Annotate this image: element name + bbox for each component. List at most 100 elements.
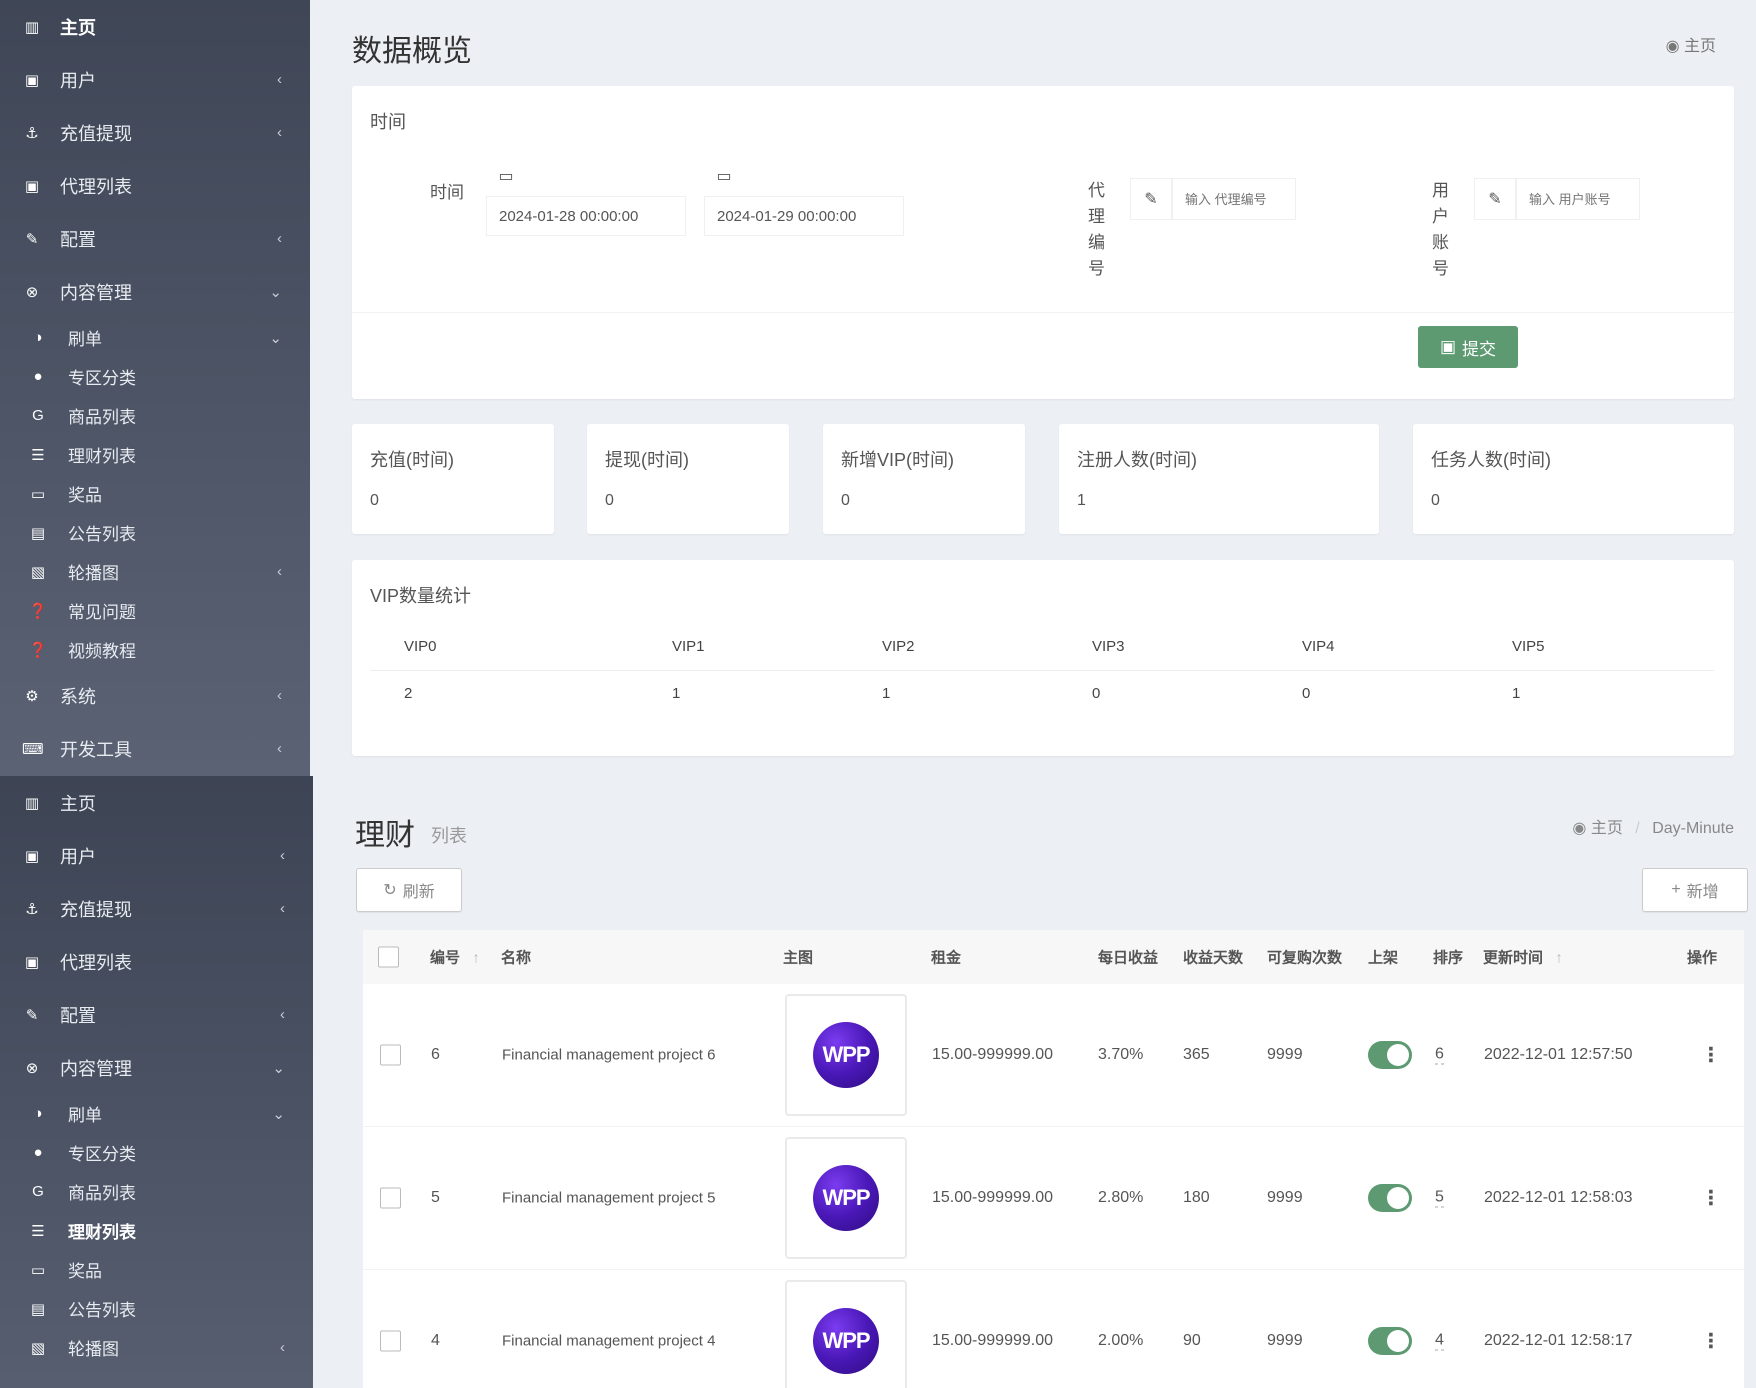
agent-input[interactable] — [1172, 178, 1296, 220]
sidebar-item[interactable]: G 商品列表 — [0, 396, 310, 435]
vip-table-header: VIP0 VIP1 VIP2 VIP3 VIP4 VIP5 — [370, 624, 1714, 669]
sidebar-item-label: 充值提现 — [60, 899, 132, 920]
calendar-icon[interactable]: ▭ — [486, 156, 526, 196]
sidebar-item[interactable]: ✎ 配置 ‹ — [0, 988, 313, 1041]
vip-header-cell: VIP1 — [672, 638, 705, 655]
col-daily: 每日收益 — [1098, 949, 1159, 967]
sidebar-item[interactable]: ◑ 刷单 ⌄ — [0, 1094, 313, 1133]
menu-icon: ❓ — [28, 602, 48, 620]
chevron-icon[interactable]: ‹ — [277, 230, 282, 247]
col-updated-label: 更新时间 — [1483, 949, 1544, 967]
vip-table-row: 2 1 1 0 0 1 — [370, 670, 1714, 715]
menu-icon: ● — [33, 368, 43, 385]
col-id[interactable]: 编号 ↑ — [430, 947, 480, 968]
col-times: 可复购次数 — [1267, 949, 1343, 967]
sidebar-item[interactable]: ⊗ 内容管理 ⌄ — [0, 1041, 313, 1094]
add-button[interactable]: + 新增 — [1642, 868, 1748, 912]
sidebar-item-label: 主页 — [60, 793, 96, 814]
menu-icon: ▭ — [30, 1261, 46, 1279]
sidebar-item[interactable]: ▣ 用户 ‹ — [0, 829, 313, 882]
sidebar-item[interactable]: ❓ 视频教程 — [0, 630, 310, 669]
cell-image[interactable]: WPP — [785, 994, 907, 1116]
submit-button[interactable]: ▣ 提交 — [1418, 326, 1518, 368]
sidebar-item[interactable]: ▭ 奖品 — [0, 1250, 313, 1289]
calendar-icon[interactable]: ▭ — [704, 156, 744, 196]
col-updated[interactable]: 更新时间 ↑ — [1483, 947, 1563, 968]
sidebar-item[interactable]: ● 专区分类 — [0, 1133, 313, 1172]
start-date-input[interactable]: 2024-01-28 00:00:00 — [486, 196, 686, 236]
sidebar-item[interactable]: ⌨ 开发工具 ‹ — [0, 722, 310, 775]
breadcrumb-home[interactable]: 主页 — [1591, 820, 1623, 837]
chevron-icon[interactable]: ‹ — [277, 687, 282, 704]
more-actions-icon[interactable]: ⋮ — [1701, 1186, 1721, 1211]
chevron-icon[interactable]: ‹ — [280, 900, 285, 917]
sidebar-item[interactable]: ▤ 公告列表 — [0, 1289, 313, 1328]
shelf-toggle[interactable] — [1368, 1041, 1412, 1069]
shelf-toggle[interactable] — [1368, 1184, 1412, 1212]
sidebar-item[interactable]: G 商品列表 — [0, 1172, 313, 1211]
breadcrumb-home[interactable]: 主页 — [1684, 38, 1716, 55]
chevron-icon[interactable]: ‹ — [277, 563, 282, 580]
chevron-icon[interactable]: ⌄ — [269, 329, 282, 347]
sidebar-item[interactable]: ▥ 主页 — [0, 0, 310, 53]
stat-card-withdraw: 提现(时间) 0 — [587, 424, 789, 534]
col-image: 主图 — [783, 949, 814, 967]
sidebar-item[interactable]: ⚙ 系统 ‹ — [0, 669, 310, 722]
sidebar-item-label: 代理列表 — [60, 952, 132, 973]
sidebar-item[interactable]: ▧ 轮播图 ‹ — [0, 1328, 313, 1367]
row-checkbox[interactable] — [380, 1187, 401, 1209]
chevron-icon[interactable]: ‹ — [277, 71, 282, 88]
sidebar-item[interactable]: ▤ 公告列表 — [0, 513, 310, 552]
chevron-icon[interactable]: ⌄ — [272, 1105, 285, 1123]
cell-days: 90 — [1183, 1332, 1201, 1349]
sidebar-item[interactable]: ▥ 主页 — [0, 776, 313, 829]
sidebar-item[interactable]: ✎ 配置 ‹ — [0, 212, 310, 265]
cell-image[interactable]: WPP — [785, 1280, 907, 1388]
chevron-icon[interactable]: ⌄ — [269, 283, 282, 301]
menu-icon: ❓ — [28, 641, 48, 659]
menu-icon: G — [32, 1183, 44, 1200]
cell-sort[interactable]: 5 — [1435, 1189, 1444, 1208]
chevron-icon[interactable]: ‹ — [277, 124, 282, 141]
vip-header-cell: VIP3 — [1092, 638, 1125, 655]
filter-box-title: 时间 — [370, 112, 406, 132]
sort-up-icon[interactable]: ↑ — [472, 950, 480, 967]
chevron-icon[interactable]: ⌄ — [272, 1059, 285, 1077]
end-date-input[interactable]: 2024-01-29 00:00:00 — [704, 196, 904, 236]
cell-sort[interactable]: 4 — [1435, 1332, 1444, 1351]
cell-sort[interactable]: 6 — [1435, 1046, 1444, 1065]
sidebar-item[interactable]: ⚓ 充值提现 ‹ — [0, 882, 313, 935]
row-checkbox[interactable] — [380, 1330, 401, 1352]
row-checkbox[interactable] — [380, 1044, 401, 1066]
more-actions-icon[interactable]: ⋮ — [1701, 1043, 1721, 1068]
sidebar-item[interactable]: ● 专区分类 — [0, 357, 310, 396]
cell-id: 6 — [431, 1046, 440, 1063]
sidebar-item[interactable]: ⚓ 充值提现 ‹ — [0, 106, 310, 159]
sidebar-item[interactable]: ▣ 用户 ‹ — [0, 53, 310, 106]
sidebar-item[interactable]: ▧ 轮播图 ‹ — [0, 552, 310, 591]
sidebar-item[interactable]: ⊗ 内容管理 ⌄ — [0, 265, 310, 318]
chevron-icon[interactable]: ‹ — [280, 1339, 285, 1356]
refresh-button[interactable]: ↻ 刷新 — [356, 868, 462, 912]
chevron-icon[interactable]: ‹ — [280, 1006, 285, 1023]
cell-name: Financial management project 4 — [502, 1332, 716, 1350]
menu-icon: ▣ — [24, 847, 40, 865]
chevron-icon[interactable]: ‹ — [280, 847, 285, 864]
sidebar-item[interactable]: ▭ 奖品 — [0, 474, 310, 513]
sidebar-item[interactable]: ☰ 理财列表 — [0, 1211, 313, 1250]
more-actions-icon[interactable]: ⋮ — [1701, 1329, 1721, 1354]
sidebar-item[interactable]: ▣ 代理列表 — [0, 159, 310, 212]
select-all-checkbox[interactable] — [378, 946, 399, 968]
sidebar-item[interactable]: ▣ 代理列表 — [0, 935, 313, 988]
user-input[interactable] — [1516, 178, 1640, 220]
dashboard-icon: ◉ — [1665, 38, 1680, 55]
breadcrumb[interactable]: ◉ 主页 — [1666, 32, 1716, 56]
shelf-toggle[interactable] — [1368, 1327, 1412, 1355]
chevron-icon[interactable]: ‹ — [277, 740, 282, 757]
sidebar-item[interactable]: ◑ 刷单 ⌄ — [0, 318, 310, 357]
sort-up-icon[interactable]: ↑ — [1555, 950, 1563, 967]
stat-value: 1 — [1077, 492, 1086, 509]
sidebar-item[interactable]: ❓ 常见问题 — [0, 591, 310, 630]
sidebar-item[interactable]: ☰ 理财列表 — [0, 435, 310, 474]
cell-image[interactable]: WPP — [785, 1137, 907, 1259]
